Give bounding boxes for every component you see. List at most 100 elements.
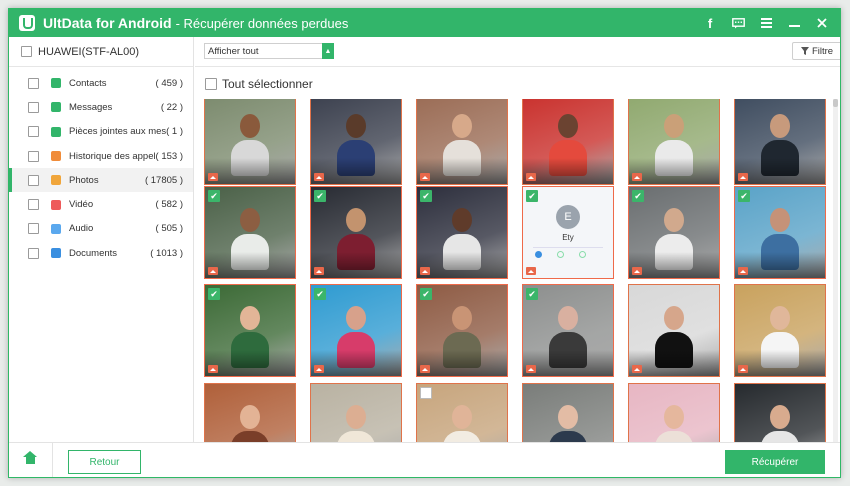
checked-checkbox-icon[interactable]: ✔ xyxy=(420,288,432,300)
category-checkbox[interactable] xyxy=(28,223,39,235)
category-list: Contacts ( 459 ) Messages ( 22 ) Pièces join… xyxy=(9,71,193,265)
checked-checkbox-icon[interactable]: ✔ xyxy=(208,190,220,202)
photo-image xyxy=(523,384,613,442)
device-checkbox[interactable] xyxy=(21,46,32,57)
category-checkbox[interactable] xyxy=(28,199,39,211)
category-checkbox[interactable] xyxy=(28,126,39,138)
image-type-icon xyxy=(314,365,324,373)
photo-thumbnail[interactable] xyxy=(522,383,614,442)
category-label: Photos xyxy=(69,174,99,186)
photo-thumbnail[interactable]: ✔ xyxy=(310,186,402,279)
category-label: Documents xyxy=(69,247,118,259)
image-type-icon xyxy=(526,267,536,275)
home-button[interactable] xyxy=(9,443,53,477)
filter-button[interactable]: Filtre xyxy=(792,42,840,60)
video-call-icon xyxy=(579,251,586,258)
sidebar-item-audio[interactable]: Audio ( 505 ) xyxy=(9,217,193,241)
unchecked-checkbox-icon[interactable] xyxy=(420,387,432,399)
photo-image xyxy=(735,384,825,442)
checked-checkbox-icon[interactable]: ✔ xyxy=(420,190,432,202)
display-filter-select[interactable]: Afficher tout ▲︎ xyxy=(204,43,334,59)
checked-checkbox-icon[interactable]: ✔ xyxy=(208,288,220,300)
photo-thumbnail[interactable]: ✔ xyxy=(522,284,614,377)
photo-thumbnail[interactable] xyxy=(734,383,826,442)
photo-thumbnail[interactable]: ✔ xyxy=(734,186,826,279)
category-checkbox[interactable] xyxy=(28,101,39,113)
call-icon xyxy=(535,251,542,258)
documents-icon xyxy=(51,248,61,259)
sidebar-item-attachments[interactable]: Pièces jointes aux mes...( 1 ) xyxy=(9,120,193,144)
category-checkbox[interactable] xyxy=(28,174,39,186)
photo-thumbnail[interactable] xyxy=(734,284,826,377)
select-all-label: Tout sélectionner xyxy=(222,77,313,91)
photo-thumbnail[interactable]: ✔ xyxy=(204,284,296,377)
photo-thumbnail[interactable] xyxy=(628,99,720,185)
photo-thumbnail[interactable] xyxy=(628,284,720,377)
minimize-icon[interactable] xyxy=(784,13,804,33)
footer-bar: Retour Récupérer xyxy=(9,442,840,477)
photo-thumbnail[interactable] xyxy=(416,383,508,442)
category-label: Pièces jointes aux mes... xyxy=(69,126,167,138)
close-icon[interactable] xyxy=(812,13,832,33)
photo-thumbnail[interactable] xyxy=(204,383,296,442)
checked-checkbox-icon[interactable]: ✔ xyxy=(526,288,538,300)
title-bar: UltData for Android - Récupérer données … xyxy=(9,9,840,37)
image-type-icon xyxy=(632,267,642,275)
select-all-row[interactable]: Tout sélectionner xyxy=(205,77,313,91)
feedback-icon[interactable] xyxy=(728,13,748,33)
category-label: Messages xyxy=(69,101,113,113)
device-row[interactable]: HUAWEI(STF-AL00) xyxy=(9,37,193,67)
sidebar-item-contacts[interactable]: Contacts ( 459 ) xyxy=(9,71,193,95)
image-type-icon xyxy=(420,173,430,181)
category-sidebar: HUAWEI(STF-AL00) Contacts ( 459 ) Messages… xyxy=(9,37,194,442)
photo-thumbnail[interactable]: ✔ xyxy=(310,284,402,377)
category-count: ( 582 ) xyxy=(155,199,183,211)
category-count: ( 17805 ) xyxy=(144,174,183,186)
category-count: ( 1013 ) xyxy=(150,247,183,259)
photo-thumbnail[interactable]: ✔ xyxy=(416,186,508,279)
category-checkbox[interactable] xyxy=(28,247,39,259)
photo-thumbnail[interactable] xyxy=(204,99,296,185)
select-all-checkbox[interactable] xyxy=(205,78,217,90)
app-title: UltData for Android xyxy=(43,15,172,31)
photo-thumbnail[interactable]: E Ety ✔ xyxy=(522,186,614,279)
checked-checkbox-icon[interactable]: ✔ xyxy=(526,190,538,202)
menu-icon[interactable] xyxy=(756,13,776,33)
photo-thumbnail[interactable] xyxy=(310,99,402,185)
image-type-icon xyxy=(420,365,430,373)
photo-thumbnail[interactable] xyxy=(416,99,508,185)
facebook-icon[interactable]: f xyxy=(700,13,720,33)
photo-thumbnail[interactable]: ✔ xyxy=(416,284,508,377)
image-type-icon xyxy=(208,267,218,275)
scrollbar-thumb[interactable] xyxy=(833,99,838,107)
sidebar-item-messages[interactable]: Messages ( 22 ) xyxy=(9,95,193,119)
main-panel: Afficher tout ▲︎ Filtre Tout sélectionne… xyxy=(195,37,840,442)
photo-thumbnail[interactable]: ✔ xyxy=(204,186,296,279)
recover-button[interactable]: Récupérer xyxy=(725,450,825,474)
checked-checkbox-icon[interactable]: ✔ xyxy=(632,190,644,202)
back-button[interactable]: Retour xyxy=(68,450,141,474)
sidebar-item-photos[interactable]: Photos ( 17805 ) xyxy=(9,168,193,193)
sidebar-item-call-history[interactable]: Historique des appels( 153 ) xyxy=(9,144,193,168)
category-checkbox[interactable] xyxy=(28,77,39,89)
photo-thumbnail[interactable] xyxy=(628,383,720,442)
message-icon xyxy=(557,251,564,258)
category-count: ( 22 ) xyxy=(160,101,183,113)
photo-thumbnail[interactable] xyxy=(522,99,614,185)
sidebar-item-documents[interactable]: Documents ( 1013 ) xyxy=(9,241,193,265)
messages-icon xyxy=(51,102,61,113)
image-type-icon xyxy=(738,365,748,373)
checked-checkbox-icon[interactable]: ✔ xyxy=(738,190,750,202)
photo-thumbnail[interactable] xyxy=(734,99,826,185)
checked-checkbox-icon[interactable]: ✔ xyxy=(314,288,326,300)
image-type-icon xyxy=(420,267,430,275)
checked-checkbox-icon[interactable]: ✔ xyxy=(314,190,326,202)
photo-thumbnail[interactable]: ✔ xyxy=(628,186,720,279)
call-history-icon xyxy=(51,151,61,162)
contact-avatar: E xyxy=(556,205,580,229)
category-checkbox[interactable] xyxy=(28,150,39,162)
sidebar-item-video[interactable]: Vidéo ( 582 ) xyxy=(9,192,193,216)
image-type-icon xyxy=(632,173,642,181)
photo-thumbnail[interactable] xyxy=(310,383,402,442)
grid-scrollbar[interactable] xyxy=(833,99,838,442)
